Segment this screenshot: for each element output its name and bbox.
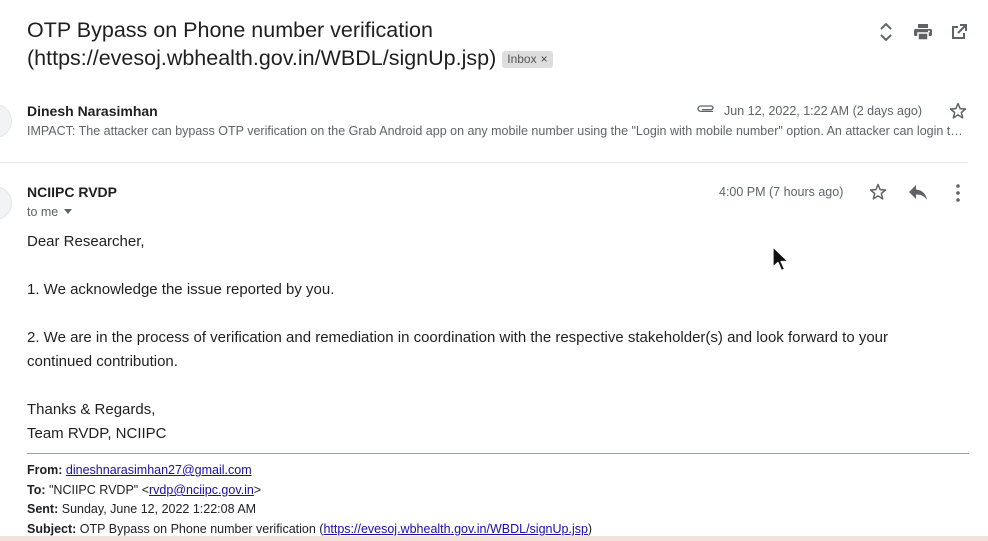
quoted-subject-label: Subject: [27, 522, 77, 536]
print-icon[interactable] [911, 20, 935, 44]
quoted-sent-label: Sent: [27, 502, 59, 516]
star-icon[interactable] [948, 101, 968, 126]
quoted-to-close: > [253, 483, 262, 497]
chevron-down-icon[interactable] [64, 209, 73, 214]
message-1-snippet[interactable]: IMPACT: The attacker can bypass OTP veri… [27, 124, 969, 138]
inbox-label-text: Inbox [507, 52, 537, 66]
mouse-cursor-icon [772, 246, 790, 277]
quoted-to-email-link[interactable]: rvdp@nciipc.gov.in [149, 483, 254, 497]
recipient-text: to me [27, 205, 59, 219]
expand-collapse-icon[interactable] [874, 20, 898, 44]
body-paragraph-1: 1. We acknowledge the issue reported by … [27, 281, 335, 298]
message-divider [0, 162, 968, 163]
message-1-sender[interactable]: Dinesh Narasimhan [27, 103, 158, 119]
subject-line-1: OTP Bypass on Phone number verification [27, 18, 433, 42]
message-2-sender[interactable]: NCIIPC RVDP [27, 184, 117, 200]
star-icon[interactable] [868, 182, 888, 207]
quoted-to-name: "NCIIPC RVDP" < [49, 483, 149, 497]
body-signature: Team RVDP, NCIIPC [27, 425, 167, 442]
body-paragraph-2: 2. We are in the process of verification… [27, 329, 889, 370]
avatar [0, 186, 12, 220]
quoted-sent-line: Sent: Sunday, June 12, 2022 1:22:08 AM [27, 500, 969, 520]
quoted-to-label: To: [27, 483, 46, 497]
quoted-subject-close: ) [587, 522, 593, 536]
thread-subject: OTP Bypass on Phone number verification … [27, 16, 847, 72]
message-2-date: 4:00 PM (7 hours ago) [719, 185, 844, 199]
attachment-icon [696, 102, 716, 120]
subject-line-2: (https://evesoj.wbhealth.gov.in/WBDL/sig… [27, 44, 847, 72]
quoted-sent-value: Sunday, June 12, 2022 1:22:08 AM [61, 502, 257, 516]
reply-icon[interactable] [907, 182, 929, 207]
quoted-from-line: From: dineshnarasimhan27@gmail.com [27, 461, 969, 481]
avatar [0, 104, 12, 138]
quoted-subject-link[interactable]: https://evesoj.wbhealth.gov.in/WBDL/sign… [323, 522, 587, 536]
subject-url-text: (https://evesoj.wbhealth.gov.in/WBDL/sig… [27, 46, 497, 70]
quoted-from-email-link[interactable]: dineshnarasimhan27@gmail.com [66, 463, 252, 477]
remove-label-icon[interactable]: × [541, 52, 548, 66]
message-1-date: Jun 12, 2022, 1:22 AM (2 days ago) [724, 104, 923, 118]
recipient-details-toggle[interactable]: to me [27, 205, 73, 219]
more-options-icon[interactable] [952, 183, 964, 208]
quoted-from-label: From: [27, 463, 63, 477]
open-new-window-icon[interactable] [947, 20, 971, 44]
bottom-strip [0, 536, 988, 541]
body-signoff: Thanks & Regards, [27, 401, 156, 418]
quoted-subject-value: OTP Bypass on Phone number verification … [79, 522, 324, 536]
inbox-label-chip[interactable]: Inbox × [502, 51, 553, 68]
body-greeting: Dear Researcher, [27, 233, 145, 250]
quoted-to-line: To: "NCIIPC RVDP" <rvdp@nciipc.gov.in> [27, 481, 969, 501]
quote-separator [27, 453, 969, 454]
